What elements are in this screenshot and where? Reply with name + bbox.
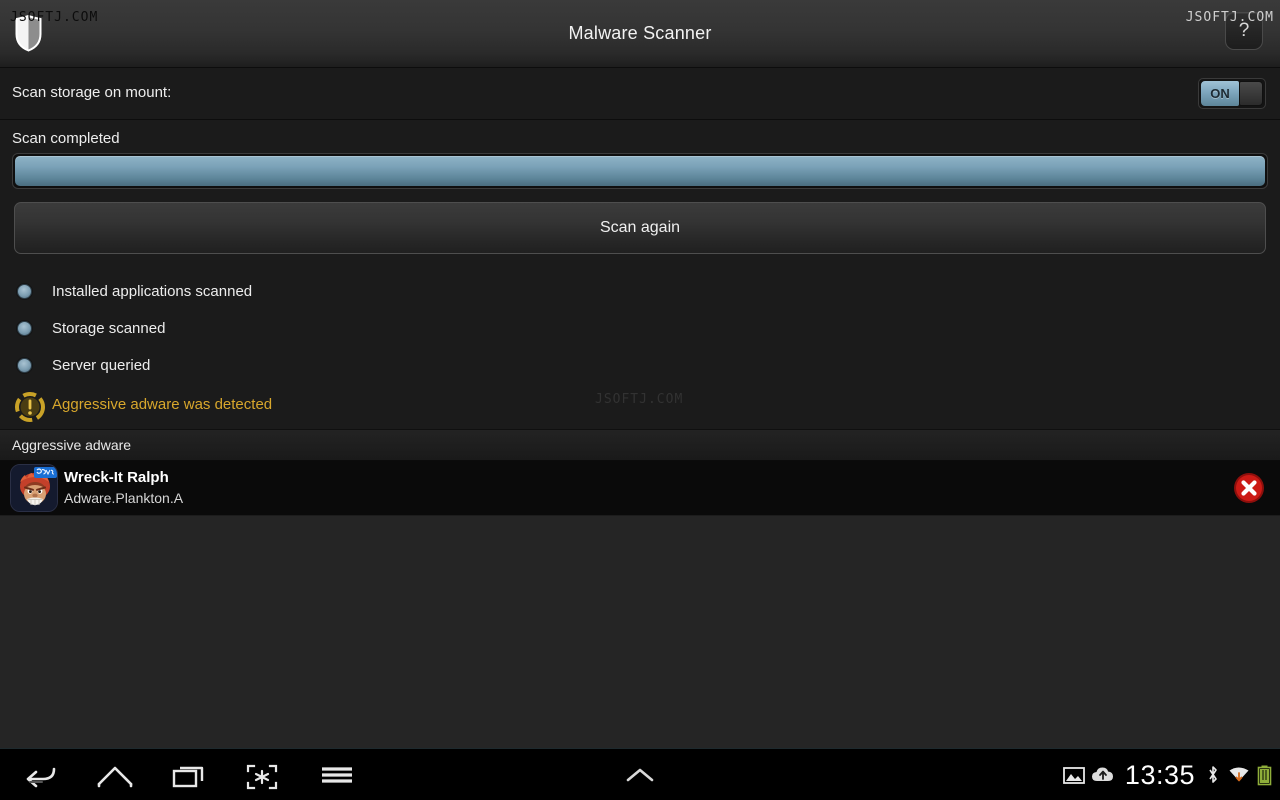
warning-text: Aggressive adware was detected [52,396,273,413]
help-button[interactable]: ? [1225,12,1263,50]
battery-icon [1257,765,1272,786]
section-header-label: Aggressive adware [12,437,132,453]
bluetooth-icon [1209,766,1217,783]
list-item: Server queried [0,348,1280,385]
scan-on-mount-toggle[interactable]: ON [1198,78,1266,109]
status-item-label: Server queried [52,357,151,374]
scan-status-list: Installed applications scanned Storage s… [0,260,1280,429]
page-title: Malware Scanner [568,23,712,43]
list-item: Storage scanned [0,311,1280,348]
status-icons: 13:35 [1063,749,1272,800]
wifi-icon [1229,767,1249,782]
toggle-state-label: ON [1201,81,1239,106]
status-dot-icon [17,358,32,373]
chevron-up-icon[interactable] [612,761,668,789]
scan-again-button[interactable]: Scan again [14,202,1266,254]
app-icon [10,464,58,512]
malware-scanner-app: Malware Scanner ? JSOFTJ.COM JSOFTJ.COM … [0,0,1280,800]
threat-app-name: Wreck-It Ralph [64,469,169,486]
list-item: Installed applications scanned [0,274,1280,311]
gallery-icon [1063,767,1085,784]
recent-apps-icon[interactable] [160,757,216,793]
table-row[interactable]: Wreck-It Ralph Adware.Plankton.A [0,461,1280,516]
threat-list: Wreck-It Ralph Adware.Plankton.A [0,461,1280,516]
scan-on-mount-label: Scan storage on mount: [12,84,172,101]
cloud-upload-icon [1091,767,1113,781]
scan-block: Scan completed Scan again [0,120,1280,260]
scan-progress-bar [12,153,1268,189]
back-arrow-icon[interactable] [12,757,68,793]
status-item-label: Storage scanned [52,320,166,337]
screenshot-icon[interactable] [234,757,290,793]
status-dot-icon [17,321,32,336]
section-header-aggressive-adware: Aggressive adware [0,429,1280,461]
status-item-label: Installed applications scanned [52,283,253,300]
threat-signature: Adware.Plankton.A [64,490,184,506]
remove-circle-icon[interactable] [1233,472,1265,504]
home-icon[interactable] [87,757,143,793]
toggle-thumb[interactable] [1239,81,1263,106]
status-dot-icon [17,284,32,299]
scan-on-mount-row: Scan storage on mount: ON [0,68,1280,120]
scan-progress-fill [15,156,1265,186]
system-navigation-bar: 13:35 [0,748,1280,800]
scan-status-text: Scan completed [12,130,120,147]
warning-row: Aggressive adware was detected [0,385,1280,429]
menu-hamburger-icon[interactable] [309,757,365,793]
status-clock: 13:35 [1124,759,1195,790]
app-header: Malware Scanner ? JSOFTJ.COM JSOFTJ.COM [0,0,1280,68]
empty-content-area [0,516,1280,748]
warning-alert-icon [15,392,45,422]
